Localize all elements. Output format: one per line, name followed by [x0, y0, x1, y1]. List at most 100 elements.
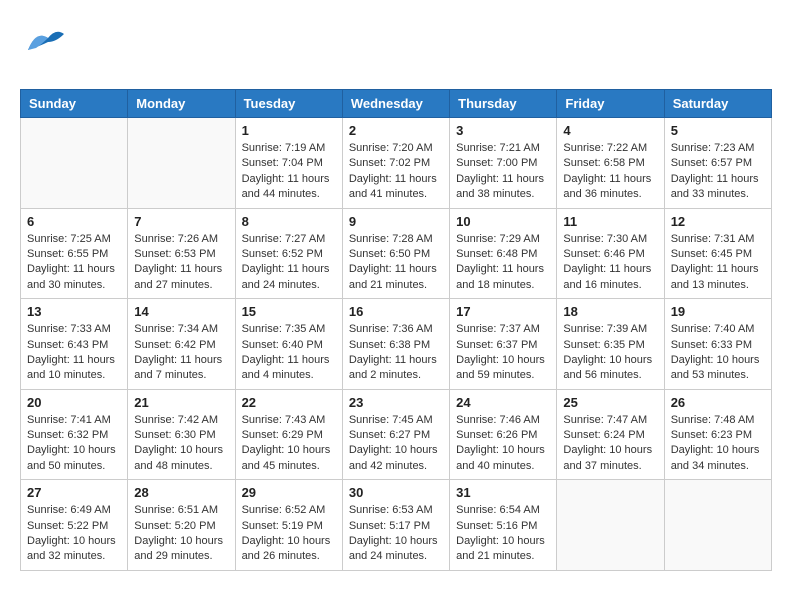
- calendar-week-1: 1 Sunrise: 7:19 AM Sunset: 7:04 PM Daylig…: [21, 118, 772, 209]
- calendar-cell: 10Sunrise: 7:29 AM Sunset: 6:48 PM Dayli…: [450, 208, 557, 299]
- cell-content: Sunrise: 7:22 AM Sunset: 6:58 PM Dayligh…: [563, 141, 657, 203]
- day-number: 3: [456, 123, 550, 138]
- logo-icon: [20, 20, 68, 73]
- weekday-header-thursday: Thursday: [450, 90, 557, 118]
- calendar-cell: [664, 480, 771, 571]
- calendar-cell: 24Sunrise: 7:46 AM Sunset: 6:26 PM Dayli…: [450, 389, 557, 480]
- day-number: 24: [456, 395, 550, 410]
- day-number: 9: [349, 214, 443, 229]
- day-number: 7: [134, 214, 228, 229]
- calendar-cell: 5 Sunrise: 7:23 AM Sunset: 6:57 PM Daylig…: [664, 118, 771, 209]
- cell-content: Sunrise: 7:43 AM Sunset: 6:29 PM Dayligh…: [242, 413, 336, 475]
- cell-content: Sunrise: 6:52 AM Sunset: 5:19 PM Dayligh…: [242, 503, 336, 565]
- calendar-cell: 2 Sunrise: 7:20 AM Sunset: 7:02 PM Daylig…: [342, 118, 449, 209]
- calendar-cell: 28Sunrise: 6:51 AM Sunset: 5:20 PM Dayli…: [128, 480, 235, 571]
- cell-content: Sunrise: 7:35 AM Sunset: 6:40 PM Dayligh…: [242, 322, 336, 384]
- cell-content: Sunrise: 7:19 AM Sunset: 7:04 PM Dayligh…: [242, 141, 336, 203]
- calendar-cell: 22 Sunrise: 7:43 AM Sunset: 6:29 PM Dayli…: [235, 389, 342, 480]
- calendar-cell: [21, 118, 128, 209]
- calendar-cell: 14 Sunrise: 7:34 AM Sunset: 6:42 PM Dayli…: [128, 299, 235, 390]
- calendar-cell: [128, 118, 235, 209]
- calendar-cell: 15 Sunrise: 7:35 AM Sunset: 6:40 PM Dayli…: [235, 299, 342, 390]
- calendar-body: 1 Sunrise: 7:19 AM Sunset: 7:04 PM Daylig…: [21, 118, 772, 571]
- day-number: 14: [134, 304, 228, 319]
- calendar-cell: 27Sunrise: 6:49 AM Sunset: 5:22 PM Dayli…: [21, 480, 128, 571]
- weekday-header-tuesday: Tuesday: [235, 90, 342, 118]
- calendar-cell: 1 Sunrise: 7:19 AM Sunset: 7:04 PM Daylig…: [235, 118, 342, 209]
- cell-content: Sunrise: 7:37 AM Sunset: 6:37 PM Dayligh…: [456, 322, 550, 384]
- cell-content: Sunrise: 7:34 AM Sunset: 6:42 PM Dayligh…: [134, 322, 228, 384]
- calendar-cell: 11 Sunrise: 7:30 AM Sunset: 6:46 PM Dayli…: [557, 208, 664, 299]
- cell-content: Sunrise: 7:47 AM Sunset: 6:24 PM Dayligh…: [563, 413, 657, 475]
- cell-content: Sunrise: 7:39 AM Sunset: 6:35 PM Dayligh…: [563, 322, 657, 384]
- weekday-header-friday: Friday: [557, 90, 664, 118]
- weekday-header-wednesday: Wednesday: [342, 90, 449, 118]
- calendar-week-4: 20Sunrise: 7:41 AM Sunset: 6:32 PM Dayli…: [21, 389, 772, 480]
- cell-content: Sunrise: 6:54 AM Sunset: 5:16 PM Dayligh…: [456, 503, 550, 565]
- cell-content: Sunrise: 7:28 AM Sunset: 6:50 PM Dayligh…: [349, 232, 443, 294]
- calendar-cell: 16Sunrise: 7:36 AM Sunset: 6:38 PM Dayli…: [342, 299, 449, 390]
- cell-content: Sunrise: 6:53 AM Sunset: 5:17 PM Dayligh…: [349, 503, 443, 565]
- calendar-cell: 31 Sunrise: 6:54 AM Sunset: 5:16 PM Dayli…: [450, 480, 557, 571]
- calendar-table: SundayMondayTuesdayWednesdayThursdayFrid…: [20, 89, 772, 571]
- cell-content: Sunrise: 7:33 AM Sunset: 6:43 PM Dayligh…: [27, 322, 121, 384]
- cell-content: Sunrise: 7:40 AM Sunset: 6:33 PM Dayligh…: [671, 322, 765, 384]
- calendar-cell: 30 Sunrise: 6:53 AM Sunset: 5:17 PM Dayli…: [342, 480, 449, 571]
- calendar-cell: 12 Sunrise: 7:31 AM Sunset: 6:45 PM Dayli…: [664, 208, 771, 299]
- calendar-cell: 8 Sunrise: 7:27 AM Sunset: 6:52 PM Daylig…: [235, 208, 342, 299]
- calendar-cell: 25 Sunrise: 7:47 AM Sunset: 6:24 PM Dayli…: [557, 389, 664, 480]
- day-number: 30: [349, 485, 443, 500]
- calendar-cell: 7 Sunrise: 7:26 AM Sunset: 6:53 PM Daylig…: [128, 208, 235, 299]
- calendar-cell: 19Sunrise: 7:40 AM Sunset: 6:33 PM Dayli…: [664, 299, 771, 390]
- calendar-week-2: 6Sunrise: 7:25 AM Sunset: 6:55 PM Daylig…: [21, 208, 772, 299]
- weekday-header-saturday: Saturday: [664, 90, 771, 118]
- weekday-header-sunday: Sunday: [21, 90, 128, 118]
- day-number: 22: [242, 395, 336, 410]
- day-number: 2: [349, 123, 443, 138]
- day-number: 11: [563, 214, 657, 229]
- calendar-cell: 29 Sunrise: 6:52 AM Sunset: 5:19 PM Dayli…: [235, 480, 342, 571]
- day-number: 1: [242, 123, 336, 138]
- cell-content: Sunrise: 7:25 AM Sunset: 6:55 PM Dayligh…: [27, 232, 121, 294]
- cell-content: Sunrise: 6:51 AM Sunset: 5:20 PM Dayligh…: [134, 503, 228, 565]
- calendar-header: SundayMondayTuesdayWednesdayThursdayFrid…: [21, 90, 772, 118]
- day-number: 29: [242, 485, 336, 500]
- cell-content: Sunrise: 7:23 AM Sunset: 6:57 PM Dayligh…: [671, 141, 765, 203]
- day-number: 12: [671, 214, 765, 229]
- calendar-cell: 26Sunrise: 7:48 AM Sunset: 6:23 PM Dayli…: [664, 389, 771, 480]
- day-number: 21: [134, 395, 228, 410]
- cell-content: Sunrise: 7:20 AM Sunset: 7:02 PM Dayligh…: [349, 141, 443, 203]
- calendar-cell: 23Sunrise: 7:45 AM Sunset: 6:27 PM Dayli…: [342, 389, 449, 480]
- calendar-cell: 20Sunrise: 7:41 AM Sunset: 6:32 PM Dayli…: [21, 389, 128, 480]
- day-number: 8: [242, 214, 336, 229]
- cell-content: Sunrise: 6:49 AM Sunset: 5:22 PM Dayligh…: [27, 503, 121, 565]
- cell-content: Sunrise: 7:26 AM Sunset: 6:53 PM Dayligh…: [134, 232, 228, 294]
- day-number: 13: [27, 304, 121, 319]
- cell-content: Sunrise: 7:27 AM Sunset: 6:52 PM Dayligh…: [242, 232, 336, 294]
- calendar-cell: 18 Sunrise: 7:39 AM Sunset: 6:35 PM Dayli…: [557, 299, 664, 390]
- calendar-cell: 3 Sunrise: 7:21 AM Sunset: 7:00 PM Daylig…: [450, 118, 557, 209]
- weekday-header-monday: Monday: [128, 90, 235, 118]
- calendar-cell: 4Sunrise: 7:22 AM Sunset: 6:58 PM Daylig…: [557, 118, 664, 209]
- cell-content: Sunrise: 7:30 AM Sunset: 6:46 PM Dayligh…: [563, 232, 657, 294]
- calendar-cell: 9 Sunrise: 7:28 AM Sunset: 6:50 PM Daylig…: [342, 208, 449, 299]
- cell-content: Sunrise: 7:31 AM Sunset: 6:45 PM Dayligh…: [671, 232, 765, 294]
- cell-content: Sunrise: 7:48 AM Sunset: 6:23 PM Dayligh…: [671, 413, 765, 475]
- day-number: 18: [563, 304, 657, 319]
- calendar-cell: 21Sunrise: 7:42 AM Sunset: 6:30 PM Dayli…: [128, 389, 235, 480]
- cell-content: Sunrise: 7:41 AM Sunset: 6:32 PM Dayligh…: [27, 413, 121, 475]
- day-number: 31: [456, 485, 550, 500]
- calendar-week-5: 27Sunrise: 6:49 AM Sunset: 5:22 PM Dayli…: [21, 480, 772, 571]
- weekday-header-row: SundayMondayTuesdayWednesdayThursdayFrid…: [21, 90, 772, 118]
- calendar-cell: 13 Sunrise: 7:33 AM Sunset: 6:43 PM Dayli…: [21, 299, 128, 390]
- calendar-cell: 6Sunrise: 7:25 AM Sunset: 6:55 PM Daylig…: [21, 208, 128, 299]
- day-number: 16: [349, 304, 443, 319]
- day-number: 5: [671, 123, 765, 138]
- day-number: 15: [242, 304, 336, 319]
- cell-content: Sunrise: 7:21 AM Sunset: 7:00 PM Dayligh…: [456, 141, 550, 203]
- cell-content: Sunrise: 7:45 AM Sunset: 6:27 PM Dayligh…: [349, 413, 443, 475]
- day-number: 25: [563, 395, 657, 410]
- page-header: [20, 20, 772, 73]
- calendar-week-3: 13 Sunrise: 7:33 AM Sunset: 6:43 PM Dayli…: [21, 299, 772, 390]
- day-number: 10: [456, 214, 550, 229]
